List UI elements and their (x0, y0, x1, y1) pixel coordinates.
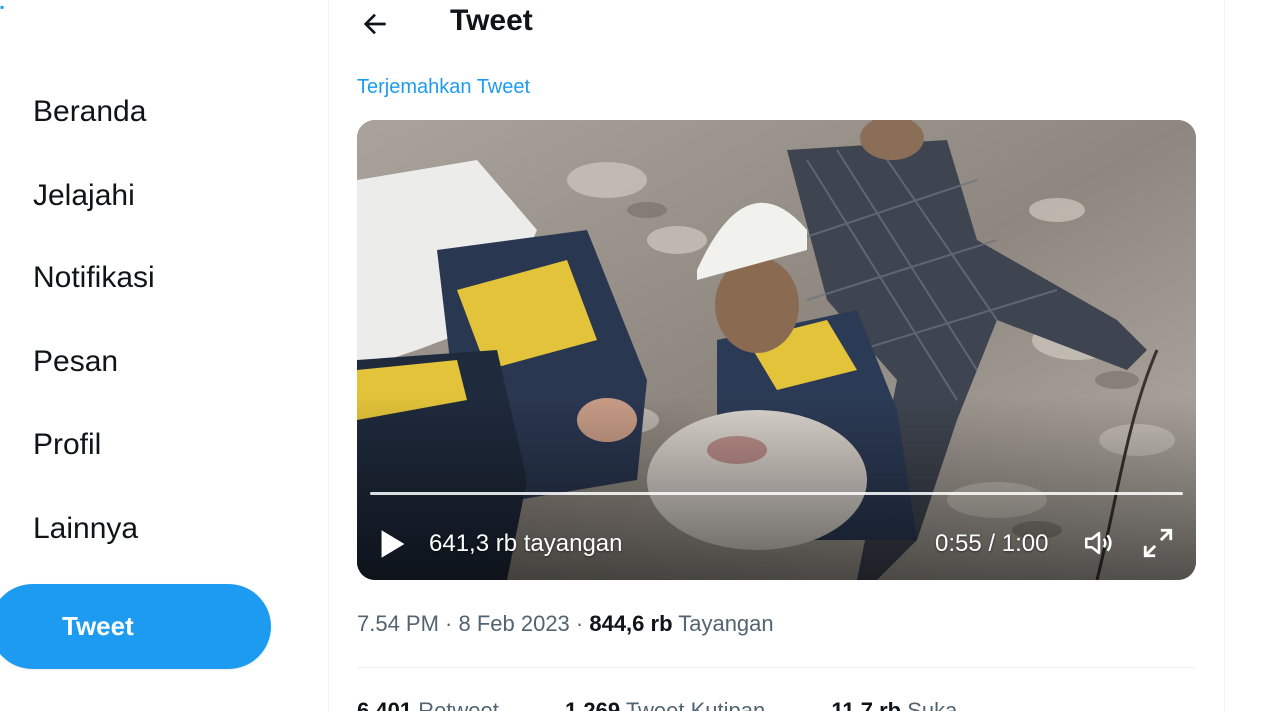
tweet-meta: 7.54 PM · 8 Feb 2023 · 844,6 rb Tayangan (357, 611, 774, 637)
retweet-stat[interactable]: 6.401 Retweet (357, 698, 529, 711)
retweet-count: 6.401 (357, 698, 413, 711)
divider (357, 667, 1196, 668)
fullscreen-icon[interactable] (1141, 526, 1175, 560)
sidebar-item-beranda[interactable]: Beranda (33, 95, 146, 129)
tweet-views-count: 844,6 rb (589, 611, 673, 636)
video-controls: 641,3 rb tayangan 0:55 / 1:00 (357, 510, 1196, 580)
sidebar-item-pesan[interactable]: Pesan (33, 345, 118, 379)
page-title: Tweet (450, 4, 533, 37)
tweet-timestamp[interactable]: 7.54 PM · 8 Feb 2023 · (357, 611, 589, 636)
quote-tweet-label: Tweet Kutipan (625, 698, 766, 711)
sidebar-item-jelajahi[interactable]: Jelajahi (33, 179, 135, 213)
sidebar: ▪ Beranda Jelajahi Notifikasi Pesan Prof… (0, 0, 328, 711)
translate-tweet-link[interactable]: Terjemahkan Tweet (357, 76, 530, 99)
arrow-left-icon[interactable] (359, 8, 391, 40)
partial-logo-icon: ▪ (0, 0, 5, 14)
video-progress-bar[interactable] (370, 492, 1183, 495)
page-header: Tweet (329, 0, 1224, 62)
quote-tweet-count: 1.269 (565, 698, 621, 711)
volume-icon[interactable] (1082, 526, 1116, 560)
like-label: Suka (907, 698, 958, 711)
main-column: Tweet Terjemahkan Tweet 641,3 rb tayanga… (328, 0, 1225, 711)
tweet-views-label: Tayangan (672, 611, 774, 636)
quote-tweet-stat[interactable]: 1.269 Tweet Kutipan (565, 698, 795, 711)
video-views-count: 641,3 rb tayangan (429, 530, 623, 557)
video-time: 0:55 / 1:00 (935, 530, 1049, 557)
sidebar-item-lainnya[interactable]: Lainnya (33, 512, 138, 546)
retweet-label: Retweet (418, 698, 499, 711)
tweet-button[interactable]: Tweet (0, 584, 271, 669)
like-stat[interactable]: 11,7 rb Suka (831, 698, 987, 711)
tweet-stats: 6.401 Retweet 1.269 Tweet Kutipan 11,7 r… (357, 698, 1017, 711)
sidebar-item-notifikasi[interactable]: Notifikasi (33, 261, 155, 295)
video-player[interactable]: 641,3 rb tayangan 0:55 / 1:00 (357, 120, 1196, 580)
sidebar-item-profil[interactable]: Profil (33, 428, 101, 462)
like-count: 11,7 rb (831, 698, 902, 711)
play-icon[interactable] (379, 528, 407, 560)
